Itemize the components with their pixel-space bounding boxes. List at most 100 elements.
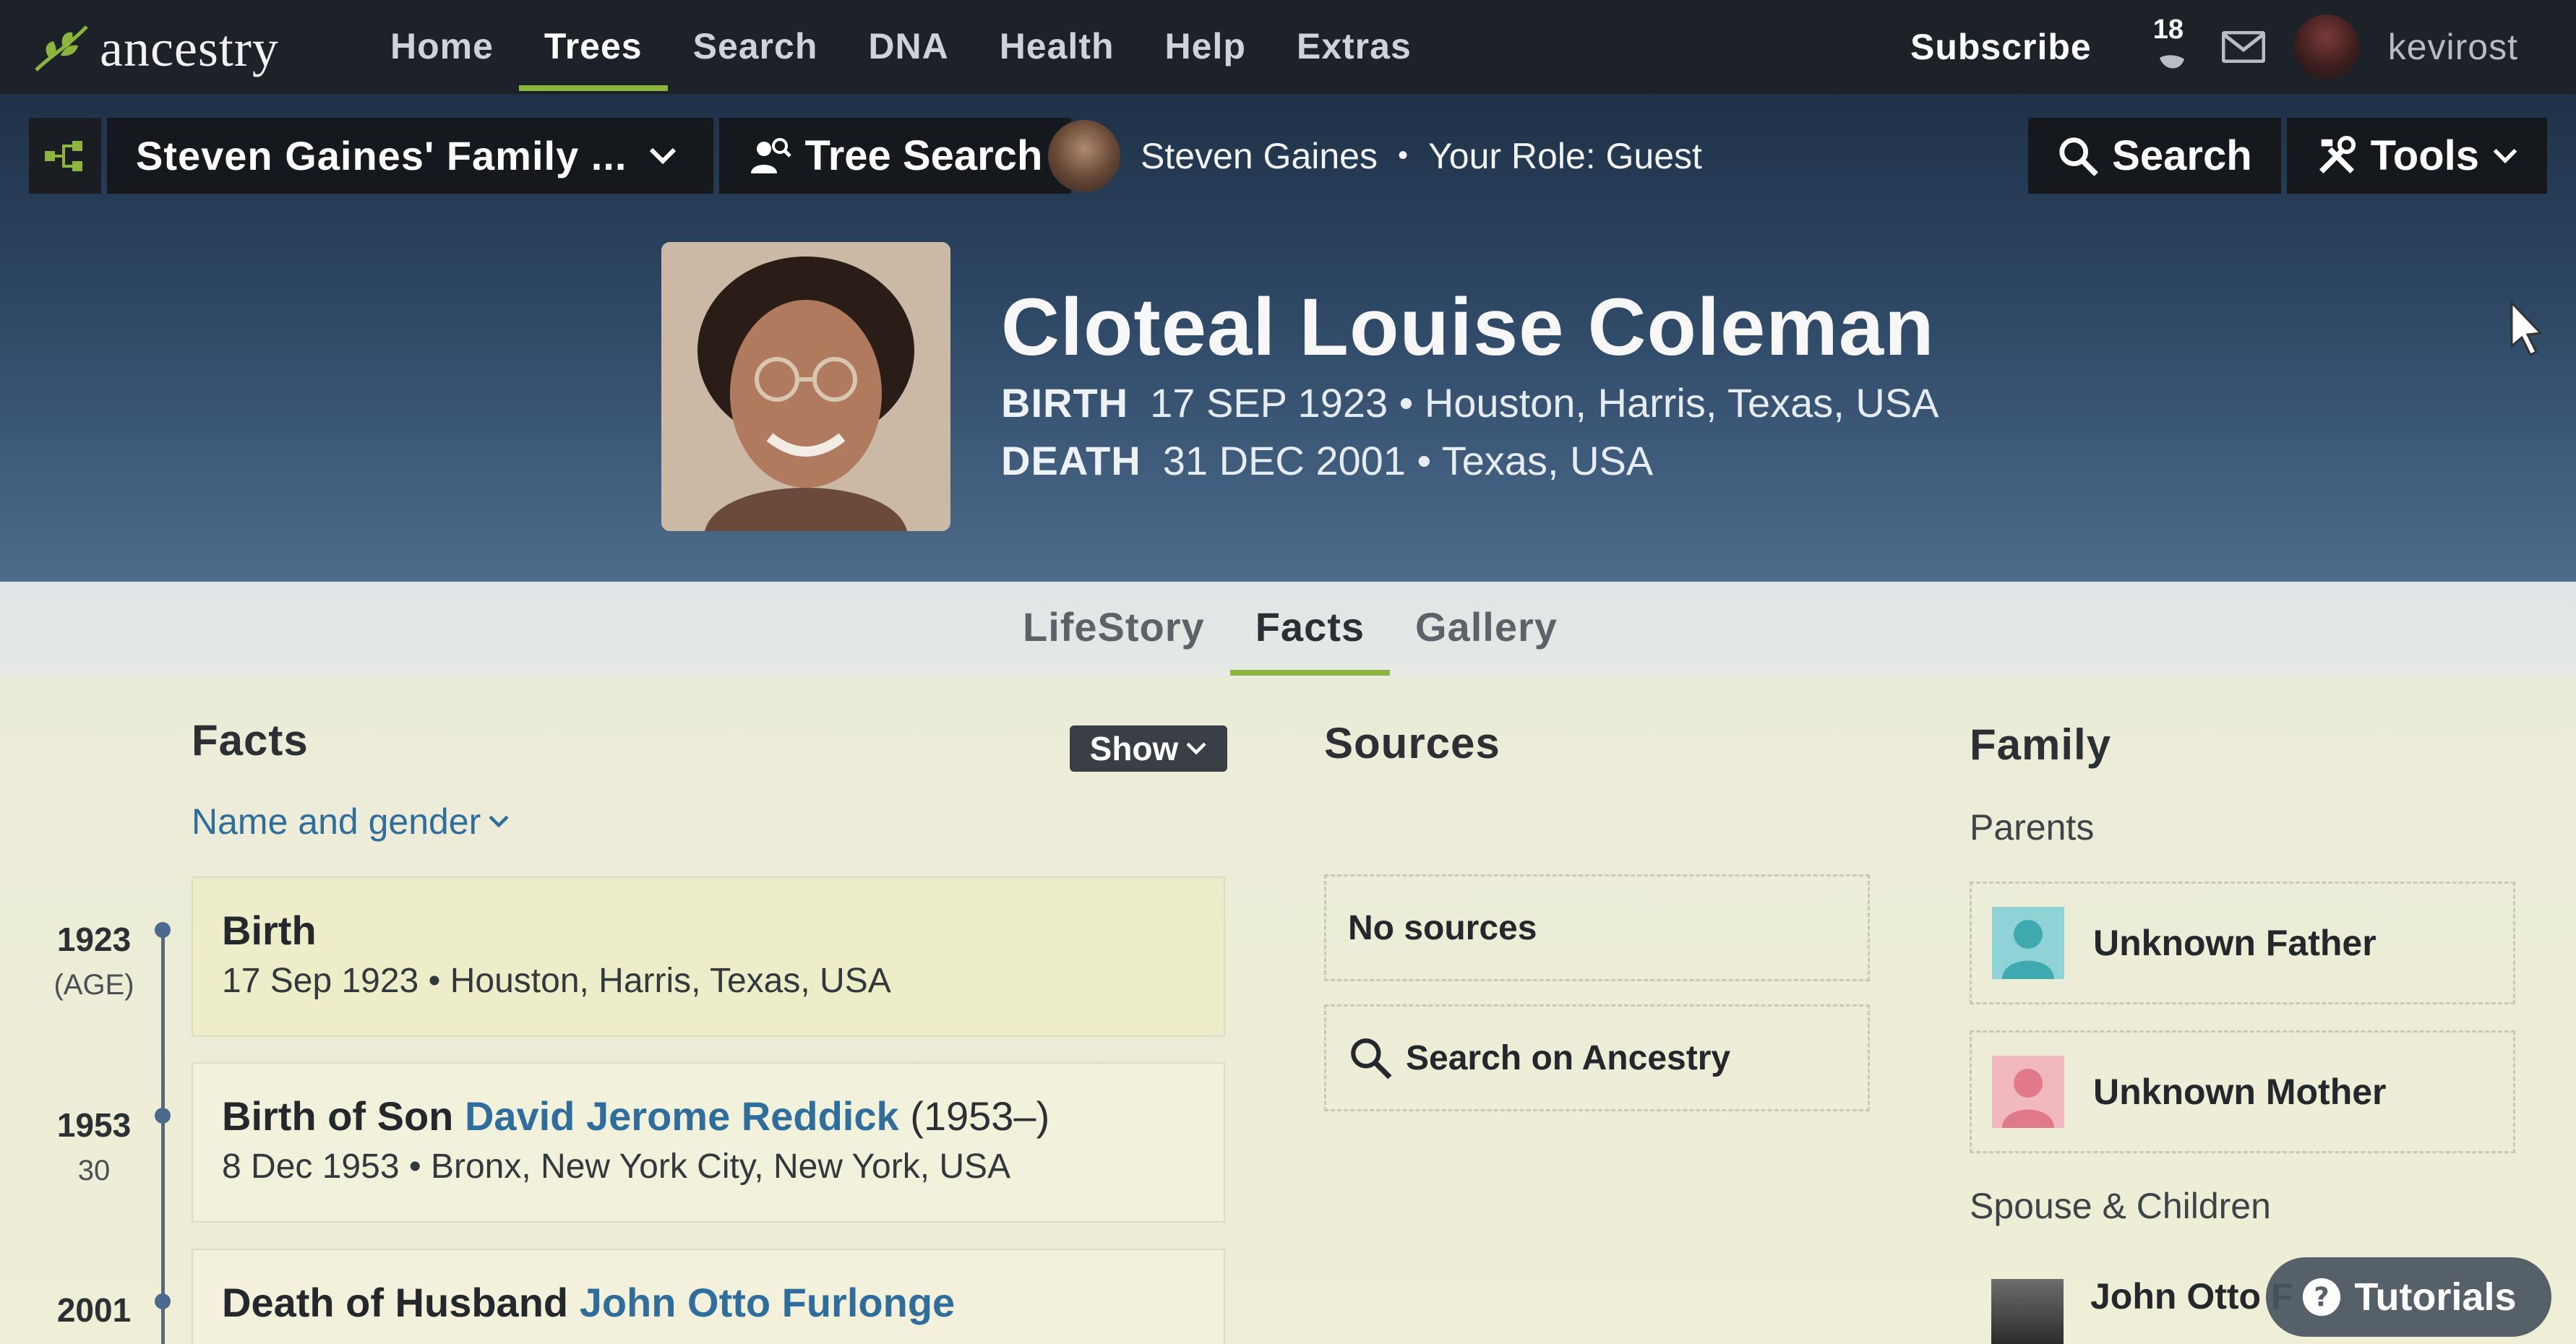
no-sources-box: No sources [1324, 874, 1870, 981]
timeline-dot [155, 1293, 171, 1309]
name-gender-toggle[interactable]: Name and gender [192, 801, 510, 843]
male-silhouette-icon [1992, 907, 2064, 979]
timeline-dot [155, 1108, 171, 1124]
timeline-dot [155, 922, 171, 938]
spouse-name[interactable]: John Otto F [2090, 1275, 2293, 1317]
fact-title: Birth of Son David Jerome Reddick (1953–… [222, 1093, 1049, 1140]
tree-tools: Search Tools [2028, 118, 2547, 194]
nav-trees[interactable]: Trees [518, 20, 668, 91]
person-name: Cloteal Louise Coleman [1001, 282, 1935, 372]
mother-name: Unknown Mother [2093, 1072, 2387, 1112]
main-nav: Home Trees Search DNA Health Help Extras [365, 20, 1437, 91]
pedigree-icon [45, 140, 82, 171]
mouse-cursor-icon [2510, 300, 2543, 357]
tree-toolbar: Steven Gaines' Family ... Tree Search [29, 118, 1072, 194]
person-header: Steven Gaines' Family ... Tree Search St… [0, 94, 2576, 582]
fact-year: 1923 [56, 921, 132, 958]
person-tabs: LifeStory Facts Gallery [0, 582, 2576, 678]
female-silhouette-icon [1992, 1056, 2064, 1128]
fact-year: 1953 [56, 1106, 132, 1144]
filter-label: Name and gender [192, 801, 481, 842]
show-label: Show [1089, 730, 1179, 767]
tab-facts[interactable]: Facts [1229, 603, 1390, 676]
search-label: Search [2112, 132, 2252, 179]
owner-avatar[interactable] [1048, 119, 1120, 192]
chevron-down-icon [650, 147, 677, 164]
fact-age: (AGE) [53, 969, 134, 1001]
hints-button[interactable]: 18 [2150, 14, 2193, 79]
global-nav: ancestry Home Trees Search DNA Health He… [0, 0, 2576, 94]
search-button[interactable]: Search [2028, 118, 2281, 194]
fact-detail: 17 Sep 1923 • Houston, Harris, Texas, US… [222, 962, 891, 1000]
leaf-hint-icon [2159, 55, 2184, 69]
fact-detail: 8 Dec 1953 • Bronx, New York City, New Y… [222, 1147, 1011, 1186]
chevron-down-icon [489, 815, 509, 828]
birth-summary: BIRTH 17 SEP 1923 • Houston, Harris, Tex… [1001, 379, 1939, 426]
tutorials-button[interactable]: ? Tutorials [2266, 1257, 2551, 1337]
separator-dot: • [1397, 139, 1408, 171]
role-label: Your Role: Guest [1428, 135, 1702, 176]
show-filter-button[interactable]: Show [1070, 725, 1227, 772]
tab-gallery[interactable]: Gallery [1390, 603, 1583, 676]
fact-title-prefix: Death of Husband [222, 1280, 569, 1325]
family-heading: Family [1970, 720, 2112, 769]
fact-title: Death of Husband John Otto Furlonge [222, 1279, 955, 1326]
tutorials-label: Tutorials [2354, 1275, 2517, 1319]
parents-label: Parents [1970, 807, 2095, 848]
tree-name: Steven Gaines' Family ... [136, 133, 627, 178]
fact-age: 30 [77, 1155, 111, 1186]
search-icon [2059, 137, 2099, 176]
sources-heading: Sources [1324, 719, 1500, 767]
fact-card-birth[interactable]: Birth 17 Sep 1923 • Houston, Harris, Tex… [192, 876, 1225, 1037]
father-name: Unknown Father [2093, 923, 2377, 963]
mail-icon[interactable] [2221, 31, 2265, 63]
owner-name[interactable]: Steven Gaines [1141, 135, 1378, 177]
tree-selector[interactable]: Steven Gaines' Family ... [107, 118, 714, 194]
person-portrait[interactable] [661, 242, 950, 531]
fact-year: 2001 [56, 1291, 132, 1329]
tree-view-button[interactable] [29, 118, 101, 194]
fact-card-son-birth[interactable]: Birth of Son David Jerome Reddick (1953–… [192, 1062, 1225, 1223]
spouse-photo[interactable] [1991, 1279, 2064, 1344]
nav-extras[interactable]: Extras [1271, 20, 1437, 91]
person-search-icon [751, 137, 792, 173]
tab-lifestory[interactable]: LifeStory [997, 603, 1230, 676]
subscribe-button[interactable]: Subscribe [1881, 13, 2121, 81]
portrait-image [661, 242, 950, 531]
son-link[interactable]: David Jerome Reddick [465, 1093, 899, 1139]
tree-search-label: Tree Search [804, 132, 1043, 179]
help-icon: ? [2303, 1278, 2341, 1317]
timeline-line [161, 923, 165, 1344]
fact-card-husband-death[interactable]: Death of Husband John Otto Furlonge [192, 1249, 1225, 1344]
ancestry-logo[interactable]: ancestry [29, 16, 279, 81]
user-avatar[interactable] [2293, 14, 2359, 79]
tree-search-button[interactable]: Tree Search [719, 118, 1072, 194]
father-card[interactable]: Unknown Father [1970, 882, 2515, 1004]
svg-text:?: ? [2314, 1282, 2330, 1313]
fact-title: Birth [222, 908, 317, 953]
facts-heading: Facts [192, 716, 309, 764]
search-on-ancestry-label: Search on Ancestry [1406, 1038, 1731, 1077]
death-summary: DEATH 31 DEC 2001 • Texas, USA [1001, 437, 1653, 484]
nav-right: Subscribe 18 kevirost [1881, 13, 2518, 81]
spouse-children-label: Spouse & Children [1970, 1186, 2271, 1226]
tools-label: Tools [2370, 132, 2479, 179]
tools-icon [2319, 135, 2356, 173]
facts-page-content: Facts Show Name and gender 1923 (AGE) Bi… [0, 678, 2576, 1344]
fact-title-prefix: Birth of Son [222, 1093, 454, 1139]
tools-button[interactable]: Tools [2286, 118, 2547, 194]
husband-link[interactable]: John Otto Furlonge [580, 1280, 955, 1325]
nav-search[interactable]: Search [668, 20, 843, 91]
username[interactable]: kevirost [2388, 26, 2518, 68]
nav-dna[interactable]: DNA [843, 20, 974, 91]
nav-home[interactable]: Home [365, 20, 519, 91]
death-value: 31 DEC 2001 • Texas, USA [1162, 438, 1654, 483]
nav-help[interactable]: Help [1140, 20, 1271, 91]
chevron-down-icon [2493, 148, 2517, 163]
logo-text: ancestry [100, 19, 279, 77]
chevron-down-icon [1186, 742, 1206, 755]
search-icon [1351, 1038, 1392, 1080]
nav-health[interactable]: Health [974, 20, 1140, 91]
mother-card[interactable]: Unknown Mother [1970, 1030, 2515, 1153]
search-on-ancestry-button[interactable]: Search on Ancestry [1324, 1004, 1870, 1111]
